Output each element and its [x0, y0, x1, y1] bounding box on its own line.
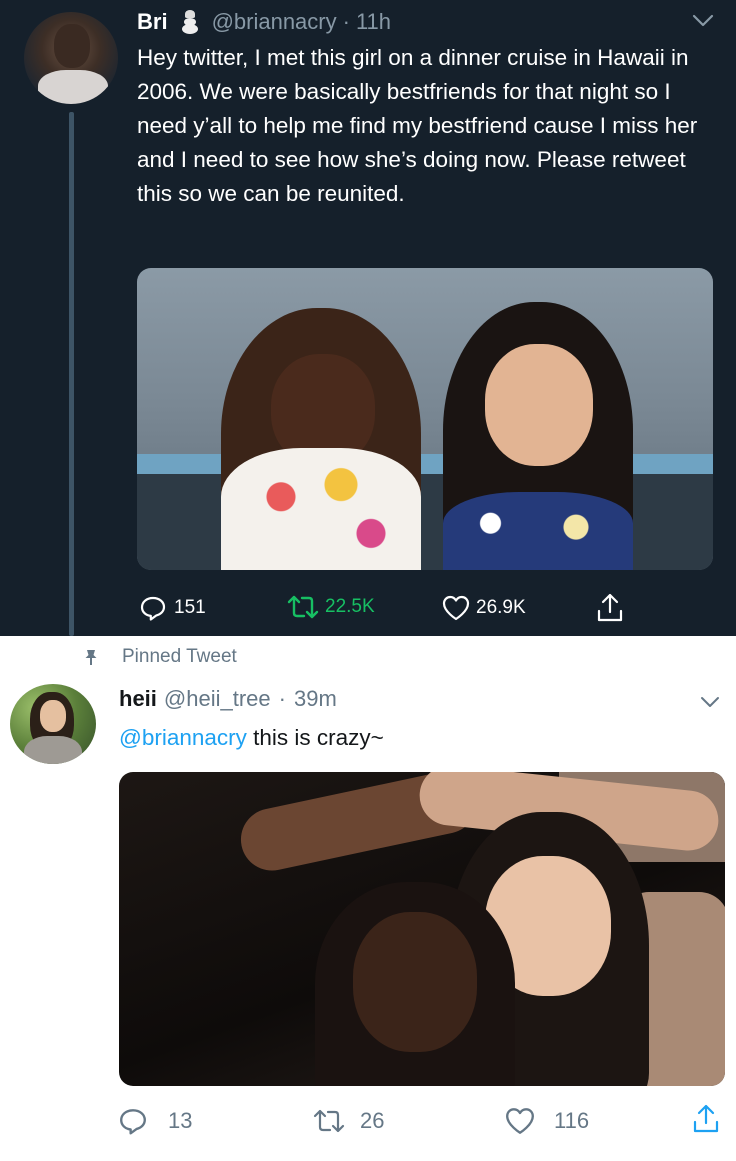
like-button[interactable]: 116 — [504, 1106, 589, 1136]
avatar-shirt — [38, 70, 108, 104]
pinned-label: Pinned Tweet — [82, 646, 237, 668]
photo-person — [221, 308, 421, 570]
snowman-emoji — [180, 10, 200, 34]
chevron-down-icon[interactable] — [692, 14, 714, 28]
reply-count: 13 — [168, 1108, 193, 1133]
tweet-text: Hey twitter, I met this girl on a dinner… — [137, 45, 698, 206]
photo-person — [443, 302, 633, 570]
like-button[interactable]: 26.9K — [441, 594, 526, 622]
tweet-text: @briannacry this is crazy~ — [119, 722, 384, 754]
user-handle[interactable]: @briannacry — [212, 9, 337, 35]
like-icon — [506, 1108, 534, 1134]
like-icon — [442, 595, 470, 621]
timestamp[interactable]: 11h — [356, 9, 391, 35]
tweet-original: Bri @briannacry · 11h Hey twitter, I met… — [0, 0, 736, 636]
mention-link[interactable]: @briannacry — [119, 725, 247, 750]
tweet-text-body: this is crazy~ — [246, 725, 384, 750]
display-name[interactable]: Bri — [137, 9, 168, 35]
reply-count: 151 — [174, 597, 206, 618]
reply-icon — [140, 596, 166, 621]
user-handle[interactable]: @heii_tree — [164, 686, 271, 712]
retweet-count: 26 — [360, 1108, 385, 1133]
tweet-header: Bri @briannacry · 11h — [137, 6, 391, 38]
photo-person — [315, 882, 515, 1086]
like-count: 26.9K — [476, 597, 526, 618]
timestamp[interactable]: 39m — [294, 686, 337, 712]
like-count: 116 — [554, 1108, 590, 1133]
avatar[interactable] — [24, 12, 118, 104]
separator: · — [342, 9, 350, 34]
pin-icon — [85, 650, 97, 665]
retweet-icon — [313, 1109, 345, 1133]
tweet-photo[interactable] — [119, 772, 725, 1086]
display-name[interactable]: heii — [119, 686, 157, 712]
reply-icon — [120, 1109, 146, 1135]
tweet-header: heii @heii_tree · 39m — [119, 682, 337, 716]
share-button[interactable] — [596, 592, 624, 624]
retweet-count: 22.5K — [325, 596, 375, 617]
retweet-button[interactable]: 22.5K — [286, 594, 375, 620]
reply-button[interactable]: 13 — [118, 1106, 192, 1136]
share-button[interactable] — [692, 1102, 720, 1136]
retweet-icon — [287, 595, 319, 619]
tweet-photo[interactable] — [137, 268, 713, 570]
thread-line — [69, 112, 74, 636]
avatar-face — [54, 24, 90, 68]
separator: · — [278, 686, 286, 711]
pinned-text: Pinned Tweet — [122, 646, 237, 667]
avatar[interactable] — [10, 684, 96, 764]
retweet-button[interactable]: 26 — [312, 1108, 384, 1134]
share-icon — [597, 593, 623, 622]
share-icon — [693, 1104, 719, 1133]
chevron-down-icon[interactable] — [700, 696, 720, 708]
reply-button[interactable]: 151 — [139, 594, 206, 622]
tweet-reply: Pinned Tweet heii @heii_tree · 39m @bria… — [0, 636, 736, 1161]
